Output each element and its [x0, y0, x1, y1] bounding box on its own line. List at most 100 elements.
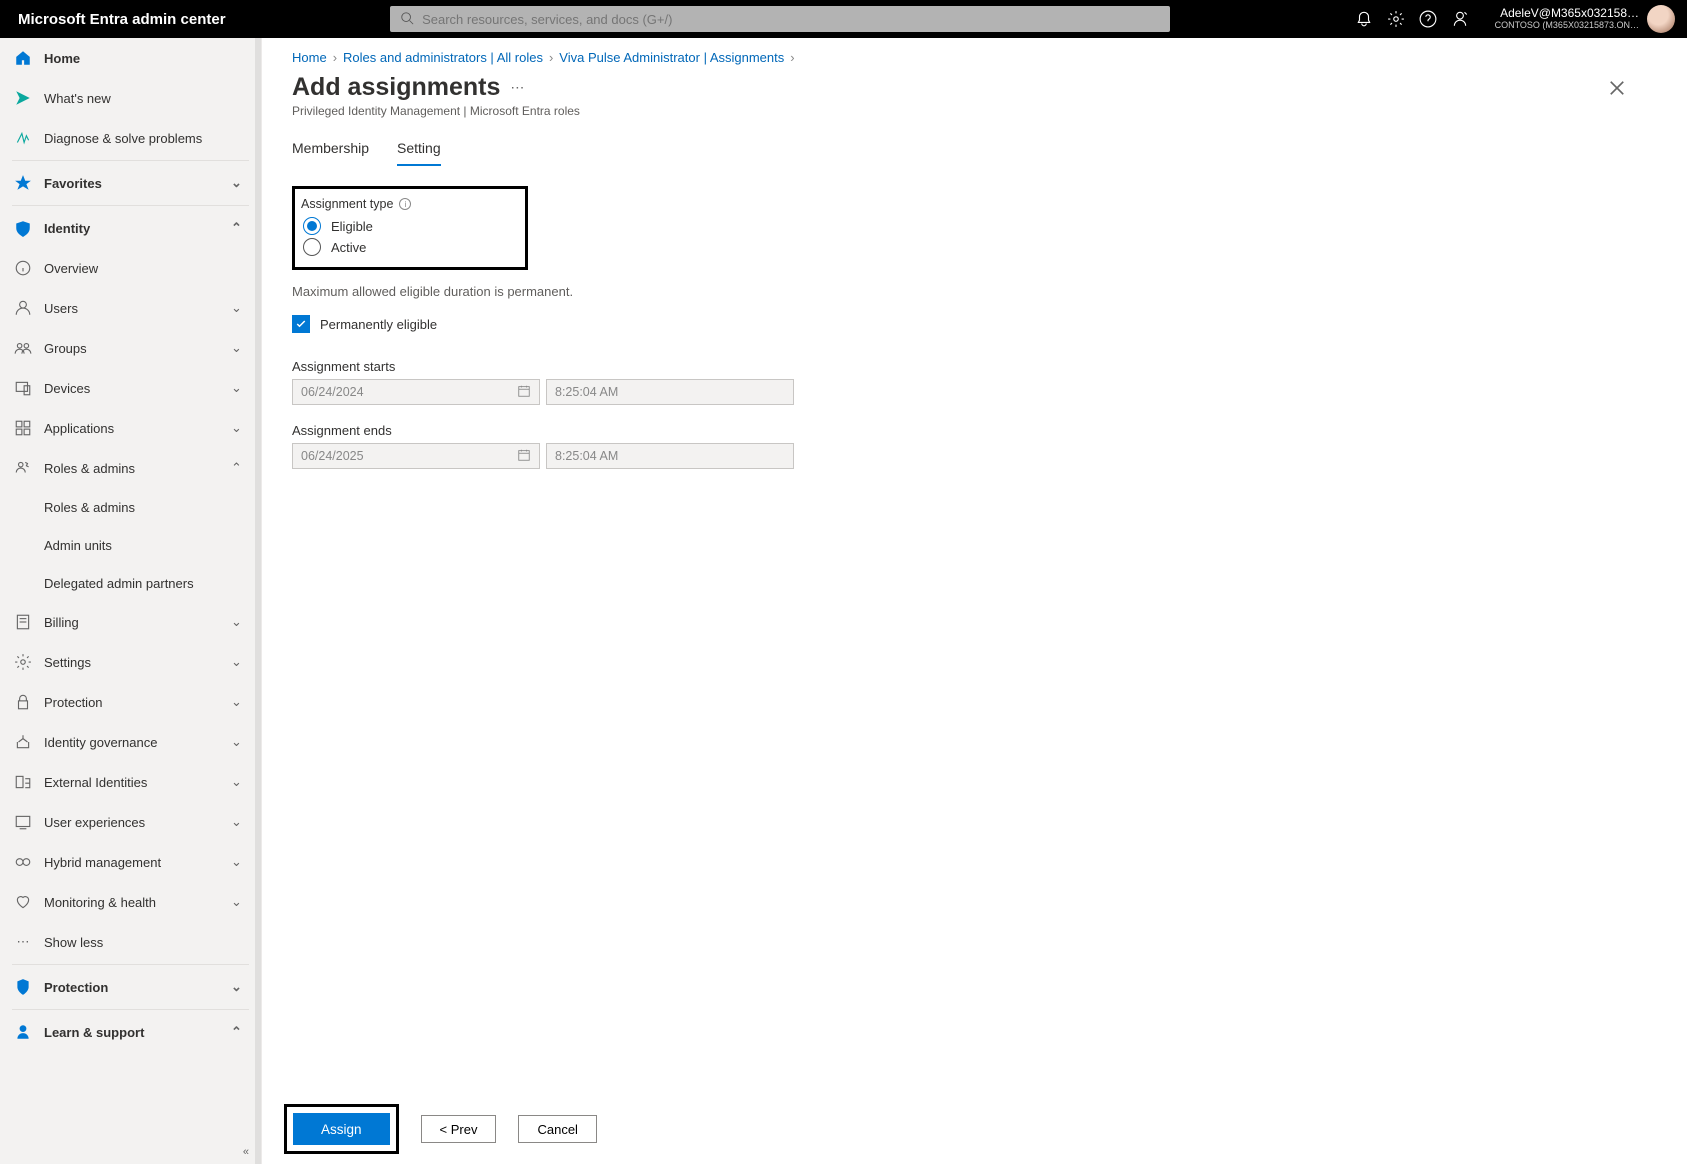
sidebar-item-label: Overview: [44, 261, 247, 276]
tab-membership[interactable]: Membership: [292, 132, 369, 166]
radio-icon: [303, 217, 321, 235]
sidebar-item-diagnose[interactable]: Diagnose & solve problems: [0, 118, 261, 158]
sidebar-item-label: Show less: [44, 935, 247, 950]
sidebar-collapse[interactable]: «: [239, 1144, 253, 1164]
radio-icon: [303, 238, 321, 256]
shield-icon: [14, 978, 32, 996]
user-org: CONTOSO (M365X03215873.ON…: [1495, 21, 1639, 31]
chevron-up-icon: ⌃: [231, 460, 247, 476]
breadcrumb-sep: ›: [333, 50, 337, 65]
sidebar-sub-delegated[interactable]: Delegated admin partners: [0, 564, 261, 602]
breadcrumb-viva[interactable]: Viva Pulse Administrator | Assignments: [559, 50, 784, 65]
sidebar-item-learn-support[interactable]: Learn & support ⌃: [0, 1012, 261, 1052]
sidebar-item-show-less[interactable]: ⋯ Show less: [0, 922, 261, 962]
sidebar-item-applications[interactable]: Applications ⌄: [0, 408, 261, 448]
sidebar-item-devices[interactable]: Devices ⌄: [0, 368, 261, 408]
sidebar-item-label: Roles & admins: [44, 461, 231, 476]
breadcrumb-home[interactable]: Home: [292, 50, 327, 65]
sidebar-item-protection-category[interactable]: Protection ⌄: [0, 967, 261, 1007]
sidebar-sub-admin-units[interactable]: Admin units: [0, 526, 261, 564]
info-icon[interactable]: i: [399, 198, 411, 210]
breadcrumb-roles[interactable]: Roles and administrators | All roles: [343, 50, 543, 65]
sidebar-item-roles-admins[interactable]: Roles & admins ⌃: [0, 448, 261, 488]
sidebar-item-home[interactable]: Home: [0, 38, 261, 78]
prev-button[interactable]: < Prev: [421, 1115, 497, 1143]
chevron-down-icon: ⌄: [231, 654, 247, 670]
sidebar-item-identity-governance[interactable]: Identity governance ⌄: [0, 722, 261, 762]
heart-icon: [14, 893, 32, 911]
gear-icon[interactable]: [1387, 10, 1405, 28]
search-input[interactable]: [422, 12, 1160, 27]
bell-icon[interactable]: [1355, 10, 1373, 28]
input-value: 8:25:04 AM: [555, 385, 618, 399]
search-box[interactable]: [390, 6, 1170, 32]
more-icon[interactable]: ⋯: [510, 79, 524, 96]
chevron-down-icon: ⌄: [231, 420, 247, 436]
sidebar-item-label: Delegated admin partners: [44, 576, 194, 591]
sidebar-item-overview[interactable]: Overview: [0, 248, 261, 288]
tab-setting[interactable]: Setting: [397, 132, 441, 166]
sidebar-item-label: What's new: [44, 91, 247, 106]
sidebar-item-label: Settings: [44, 655, 231, 670]
lock-icon: [14, 693, 32, 711]
sidebar-item-user-experiences[interactable]: User experiences ⌄: [0, 802, 261, 842]
app-title: Microsoft Entra admin center: [18, 11, 226, 28]
sidebar-item-label: Protection: [44, 980, 231, 995]
user-menu[interactable]: AdeleV@M365x032158… CONTOSO (M365X032158…: [1495, 5, 1677, 33]
sidebar-sub-roles-admins[interactable]: Roles & admins: [0, 488, 261, 526]
sidebar-item-billing[interactable]: Billing ⌄: [0, 602, 261, 642]
sidebar-item-hybrid[interactable]: Hybrid management ⌄: [0, 842, 261, 882]
tabs: Membership Setting: [262, 132, 1687, 166]
sidebar-item-label: Identity: [44, 221, 231, 236]
sidebar-item-label: Favorites: [44, 176, 231, 191]
divider: [12, 205, 249, 206]
sidebar-item-groups[interactable]: Groups ⌄: [0, 328, 261, 368]
gear-icon: [14, 653, 32, 671]
sidebar-item-identity[interactable]: Identity ⌃: [0, 208, 261, 248]
assign-button[interactable]: Assign: [293, 1113, 390, 1145]
sidebar-item-label: Devices: [44, 381, 231, 396]
sidebar-item-monitoring[interactable]: Monitoring & health ⌄: [0, 882, 261, 922]
sidebar-item-users[interactable]: Users ⌄: [0, 288, 261, 328]
search-icon: [400, 11, 422, 28]
end-date-input: 06/24/2025: [292, 443, 540, 469]
field-label: Assignment starts: [292, 359, 1657, 374]
chevron-down-icon: ⌄: [231, 614, 247, 630]
sidebar-item-label: Admin units: [44, 538, 112, 553]
chevron-down-icon: ⌄: [231, 854, 247, 870]
sidebar-item-label: External Identities: [44, 775, 231, 790]
sidebar-item-whats-new[interactable]: What's new: [0, 78, 261, 118]
star-icon: [14, 174, 32, 192]
calendar-icon: [517, 448, 531, 465]
checkbox-permanently-eligible[interactable]: Permanently eligible: [292, 315, 1657, 333]
sidebar-item-external[interactable]: External Identities ⌄: [0, 762, 261, 802]
sidebar-item-label: Identity governance: [44, 735, 231, 750]
end-time-input: 8:25:04 AM: [546, 443, 794, 469]
assignment-type-highlight: Assignment type i Eligible Active: [292, 186, 528, 270]
scrollbar[interactable]: [255, 38, 261, 1164]
topbar: Microsoft Entra admin center AdeleV@M365…: [0, 0, 1687, 38]
cancel-button[interactable]: Cancel: [518, 1115, 596, 1143]
sidebar-item-label: Protection: [44, 695, 231, 710]
radio-active[interactable]: Active: [303, 238, 515, 256]
billing-icon: [14, 613, 32, 631]
close-icon[interactable]: [1607, 78, 1627, 98]
radio-label: Active: [331, 240, 366, 255]
start-date-input: 06/24/2024: [292, 379, 540, 405]
sidebar-item-label: Roles & admins: [44, 500, 135, 515]
avatar[interactable]: [1647, 5, 1675, 33]
assignment-ends-group: Assignment ends 06/24/2025 8:25:04 AM: [292, 423, 1657, 469]
sidebar-item-protection[interactable]: Protection ⌄: [0, 682, 261, 722]
breadcrumb: Home › Roles and administrators | All ro…: [262, 38, 1687, 73]
radio-eligible[interactable]: Eligible: [303, 217, 515, 235]
sidebar-item-settings[interactable]: Settings ⌄: [0, 642, 261, 682]
sidebar-item-label: Learn & support: [44, 1025, 231, 1040]
sidebar-item-favorites[interactable]: Favorites ⌄: [0, 163, 261, 203]
feedback-icon[interactable]: [1451, 10, 1469, 28]
sidebar-item-label: Monitoring & health: [44, 895, 231, 910]
breadcrumb-sep: ›: [790, 50, 794, 65]
divider: [12, 964, 249, 965]
chevron-down-icon: ⌄: [231, 774, 247, 790]
radio-label: Eligible: [331, 219, 373, 234]
help-icon[interactable]: [1419, 10, 1437, 28]
